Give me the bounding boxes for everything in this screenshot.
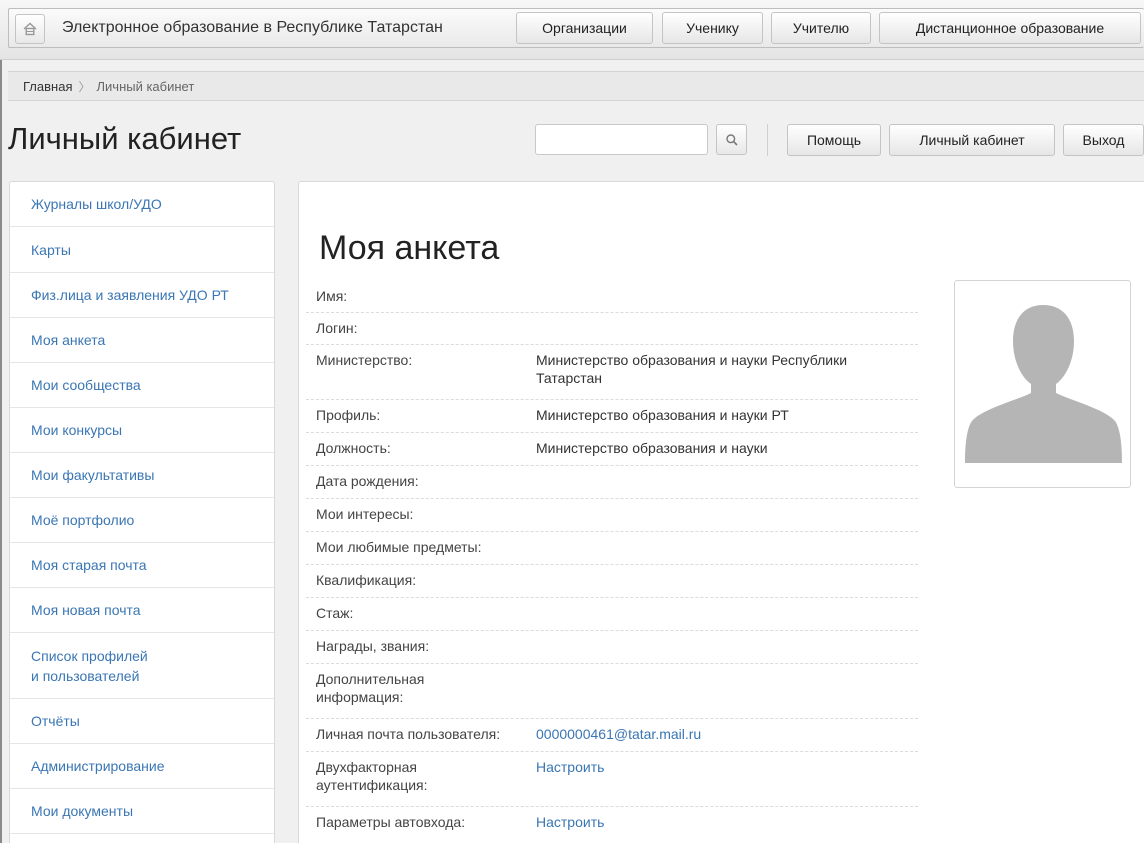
sidebar-item-my-documents[interactable]: Мои документы xyxy=(10,789,274,834)
field-label: Двухфакторная аутентификация: xyxy=(316,759,428,793)
sidebar-item-administration[interactable]: Администрирование xyxy=(10,744,274,789)
field-value: Министерство образования и науки Республ… xyxy=(536,352,848,386)
breadcrumb-separator: 〉 xyxy=(78,79,91,94)
field-row-login: Логин: xyxy=(306,313,918,345)
field-label: Мои любимые предметы: xyxy=(316,539,482,555)
sidebar-item-profiles-list[interactable]: Список профилей и пользователей xyxy=(10,633,274,699)
field-label: Квалификация: xyxy=(316,572,417,588)
home-button[interactable] xyxy=(15,14,45,44)
field-row-favorite-subjects: Мои любимые предметы: xyxy=(306,532,918,565)
sidebar-item-my-profile[interactable]: Моя анкета xyxy=(10,318,274,363)
nav-student-button[interactable]: Ученику xyxy=(662,12,763,44)
field-label: Министерство: xyxy=(316,352,413,368)
search-icon xyxy=(725,133,738,146)
nav-teacher-button[interactable]: Учителю xyxy=(771,12,871,44)
field-row-position: Должность: Министерство образования и на… xyxy=(306,433,918,466)
field-label: Профиль: xyxy=(316,407,381,423)
two-factor-setup-link[interactable]: Настроить xyxy=(536,758,911,776)
sidebar-item-reports[interactable]: Отчёты xyxy=(10,699,274,744)
sidebar-item-old-mail[interactable]: Моя старая почта xyxy=(10,543,274,588)
sidebar-item-my-communities[interactable]: Мои сообщества xyxy=(10,363,274,408)
profile-title: Моя анкета xyxy=(319,229,500,267)
field-row-birth-date: Дата рождения: xyxy=(306,466,918,499)
sidebar-item-school-journals[interactable]: Журналы школ/УДО xyxy=(10,182,274,227)
nav-distance-education-button[interactable]: Дистанционное образование xyxy=(879,12,1141,44)
field-label: Имя: xyxy=(316,288,348,304)
sidebar-item-new-mail[interactable]: Моя новая почта xyxy=(10,588,274,633)
field-row-awards: Награды, звания: xyxy=(306,631,918,664)
breadcrumb-home-link[interactable]: Главная xyxy=(23,79,72,94)
field-row-ministry: Министерство: Министерство образования и… xyxy=(306,345,918,400)
field-row-additional-info: Дополнительная информация: xyxy=(306,664,918,719)
autologin-setup-link[interactable]: Настроить xyxy=(536,813,911,831)
sidebar-item-individuals[interactable]: Физ.лица и заявления УДО РТ xyxy=(10,273,274,318)
personal-email-link[interactable]: 0000000461@tatar.mail.ru xyxy=(536,725,911,743)
field-label: Личная почта пользователя: xyxy=(316,726,501,742)
search-input[interactable] xyxy=(535,124,708,155)
field-row-profile: Профиль: Министерство образования и наук… xyxy=(306,400,918,433)
site-title[interactable]: Электронное образование в Республике Тат… xyxy=(62,19,443,37)
sidebar: Журналы школ/УДО Карты Физ.лица и заявле… xyxy=(9,181,275,843)
sidebar-item-my-contests[interactable]: Мои конкурсы xyxy=(10,408,274,453)
sidebar-item-maps[interactable]: Карты xyxy=(10,227,274,273)
sidebar-item-my-portfolio[interactable]: Моё портфолио xyxy=(10,498,274,543)
field-row-experience: Стаж: xyxy=(306,598,918,631)
toolbar-divider xyxy=(767,124,768,156)
home-icon xyxy=(23,22,37,36)
window-edge xyxy=(0,0,2,843)
field-label: Дата рождения: xyxy=(316,473,419,489)
field-value: Министерство образования и науки xyxy=(536,440,768,456)
breadcrumb-current: Личный кабинет xyxy=(96,78,195,94)
field-row-name: Имя: xyxy=(306,281,918,313)
page-title: Личный кабинет xyxy=(8,121,242,156)
user-silhouette-icon xyxy=(965,305,1122,463)
field-row-two-factor: Двухфакторная аутентификация: Настроить xyxy=(306,752,918,807)
nav-organizations-button[interactable]: Организации xyxy=(516,12,653,44)
avatar[interactable] xyxy=(954,280,1131,488)
breadcrumb: Главная 〉 Личный кабинет xyxy=(8,71,1144,101)
personal-cabinet-button[interactable]: Личный кабинет xyxy=(889,124,1055,156)
logout-button[interactable]: Выход xyxy=(1063,124,1144,156)
field-value: Министерство образования и науки РТ xyxy=(536,407,789,423)
field-label: Параметры автовхода: xyxy=(316,814,466,830)
help-button[interactable]: Помощь xyxy=(787,124,881,156)
sidebar-item-my-electives[interactable]: Мои факультативы xyxy=(10,453,274,498)
field-row-qualification: Квалификация: xyxy=(306,565,918,598)
field-row-autologin: Параметры автовхода: Настроить xyxy=(306,807,918,840)
field-label: Дополнительная информация: xyxy=(316,671,425,705)
field-label: Логин: xyxy=(316,320,358,336)
field-label: Мои интересы: xyxy=(316,506,414,522)
field-label: Награды, звания: xyxy=(316,638,430,654)
search-button[interactable] xyxy=(716,124,747,155)
field-label: Стаж: xyxy=(316,605,354,621)
field-row-interests: Мои интересы: xyxy=(306,499,918,532)
field-label: Должность: xyxy=(316,440,391,456)
field-row-personal-email: Личная почта пользователя: 0000000461@ta… xyxy=(306,719,918,752)
